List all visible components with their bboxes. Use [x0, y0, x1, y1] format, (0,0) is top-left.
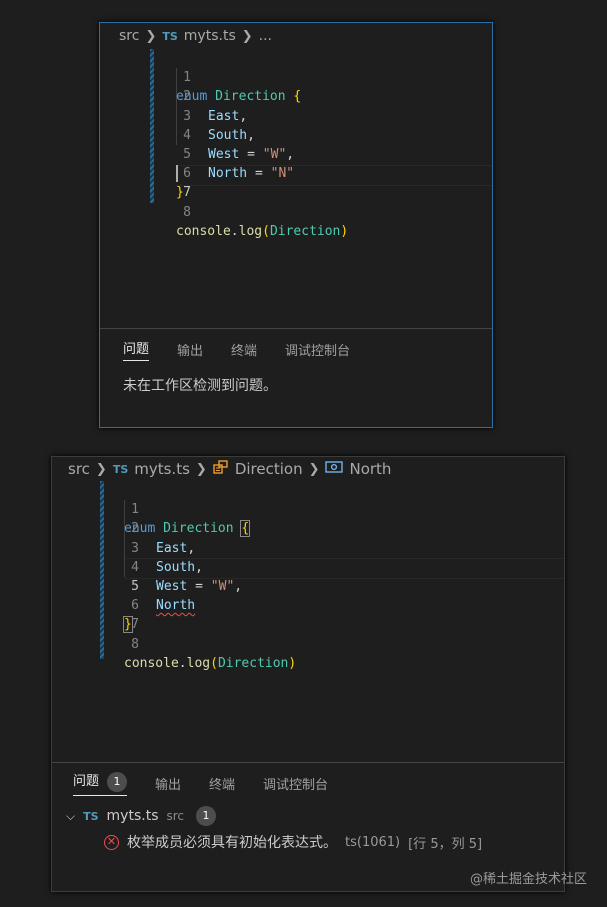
line-number: 8 [131, 636, 139, 652]
typescript-file-icon: TS [112, 462, 129, 476]
identifier: console [124, 655, 179, 671]
code-editor[interactable]: 1 enum Direction { 2 East, 3 South, 4 We… [100, 49, 492, 349]
code-line: 4 West = "W", [52, 539, 564, 594]
breadcrumb-file[interactable]: myts.ts [134, 460, 190, 478]
code-line: 8 console.log(Direction) [52, 615, 564, 671]
code-line: 5 North = "N" [100, 126, 492, 181]
identifier: console [176, 223, 231, 239]
bottom-panel: 问题 输出 终端 调试控制台 未在工作区检测到问题。 [100, 328, 492, 395]
code-line: 7 [100, 164, 492, 200]
chevron-right-icon: ❯ [95, 461, 107, 477]
error-message: 枚举成员必须具有初始化表达式。 [127, 835, 337, 851]
code-line: 1 enum Direction { [52, 481, 564, 538]
tab-terminal[interactable]: 终端 [209, 774, 235, 793]
breadcrumb-file[interactable]: myts.ts [184, 28, 236, 44]
code-line: 6 } [52, 577, 564, 634]
panel-tabs: 问题 1 输出 终端 调试控制台 [52, 763, 564, 803]
problem-file-folder: src [166, 809, 185, 823]
tab-debug-console[interactable]: 调试控制台 [285, 340, 350, 359]
code-line: 3 South, [100, 87, 492, 143]
breadcrumb: src ❯ TS myts.ts ❯ ... [100, 23, 492, 49]
problem-file-row[interactable]: ⌵ TS myts.ts src 1 [52, 803, 564, 829]
text-cursor [176, 165, 178, 183]
tab-output[interactable]: 输出 [155, 774, 181, 793]
code-line: 5 North [52, 558, 564, 613]
file-problem-count-badge: 1 [196, 806, 217, 826]
bottom-panel: 问题 1 输出 终端 调试控制台 ⌵ TS myts.ts src 1 ✕ 枚举成… [52, 762, 564, 855]
editor-window-top: src ❯ TS myts.ts ❯ ... 1 enum Direction … [99, 22, 493, 428]
watermark: @稀土掘金技术社区 [469, 872, 587, 887]
problem-file-name: myts.ts [106, 808, 159, 824]
chevron-right-icon: ❯ [308, 461, 320, 477]
enum-symbol-icon [213, 460, 229, 478]
chevron-right-icon: ❯ [195, 461, 207, 477]
code-line: 6 } [100, 145, 492, 200]
problem-count-badge: 1 [107, 772, 128, 792]
error-code: ts(1061) [345, 834, 401, 850]
editor-window-bottom: src ❯ TS myts.ts ❯ Direction ❯ North 1 e… [51, 456, 565, 892]
code-line: 7 [52, 596, 564, 632]
tab-problems-label: 问题 [73, 774, 100, 789]
method-name: log [238, 223, 263, 239]
error-location: [行 5，列 5] [408, 836, 483, 852]
tab-output[interactable]: 输出 [177, 340, 203, 359]
problem-item[interactable]: ✕ 枚举成员必须具有初始化表达式。 ts(1061) [行 5，列 5] [52, 829, 564, 855]
breadcrumb-symbol-member[interactable]: North [349, 460, 391, 478]
chevron-right-icon: ❯ [145, 28, 157, 44]
breadcrumb-folder[interactable]: src [119, 28, 139, 44]
tab-problems[interactable]: 问题 1 [73, 770, 128, 796]
tab-problems[interactable]: 问题 [123, 338, 150, 361]
breadcrumb-symbol-enum[interactable]: Direction [235, 460, 303, 478]
panel-tabs: 问题 输出 终端 调试控制台 [100, 329, 492, 369]
line-number: 8 [183, 204, 191, 220]
argument: Direction [217, 655, 289, 671]
enum-member-icon [325, 460, 344, 478]
breadcrumb: src ❯ TS myts.ts ❯ Direction ❯ North [52, 457, 564, 481]
code-line: 3 South, [52, 519, 564, 575]
tab-debug-console[interactable]: 调试控制台 [263, 774, 328, 793]
typescript-file-icon: TS [162, 29, 178, 43]
no-problems-message: 未在工作区检测到问题。 [123, 378, 277, 394]
code-line: 8 console.log(Direction) [100, 183, 492, 239]
code-editor[interactable]: 1 enum Direction { 2 East, 3 South, 4 We… [52, 481, 564, 781]
breadcrumb-folder[interactable]: src [68, 460, 90, 478]
code-line: 2 East, [52, 500, 564, 555]
code-line: 4 West = "W", [100, 107, 492, 162]
chevron-right-icon: ❯ [241, 28, 253, 44]
argument: Direction [269, 223, 341, 239]
tab-terminal[interactable]: 终端 [231, 340, 257, 359]
code-line: 2 East, [100, 68, 492, 123]
error-icon: ✕ [104, 834, 119, 850]
breadcrumb-more[interactable]: ... [259, 28, 272, 44]
code-line: 1 enum Direction { [100, 49, 492, 104]
chevron-down-icon[interactable]: ⌵ [66, 809, 75, 824]
typescript-file-icon: TS [83, 809, 99, 823]
method-name: log [186, 655, 211, 671]
